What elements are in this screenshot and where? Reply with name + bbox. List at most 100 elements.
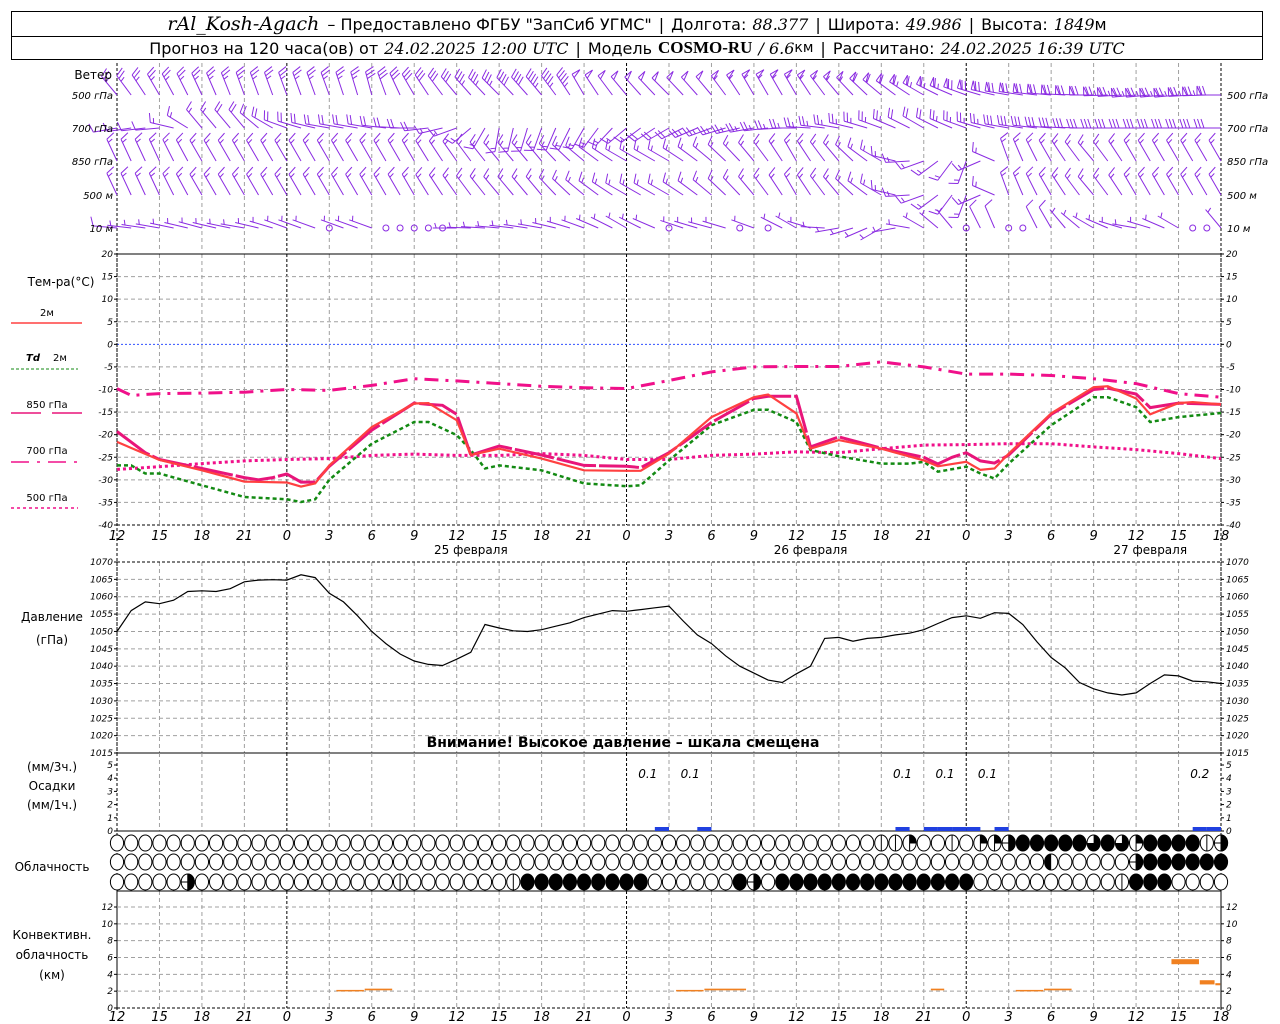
cloud-cover-symbol <box>817 834 832 852</box>
cloud-cover-symbol <box>350 873 365 891</box>
wind-barb <box>1125 87 1151 98</box>
cloud-circle-icon <box>746 853 762 871</box>
cloud-circle-icon <box>676 873 691 891</box>
legend-t2m-label: 2м <box>40 308 54 319</box>
temperature-tick-left: 20 <box>102 250 114 260</box>
wind-barb <box>849 71 868 96</box>
cloud-circle-icon <box>661 873 677 891</box>
x-tick-label: 15 <box>1170 529 1187 544</box>
convective-cloud-bar <box>1215 983 1221 986</box>
cloud-cover-symbol <box>1213 873 1229 891</box>
cloud-circle-icon <box>350 873 365 891</box>
wind-barb <box>220 66 231 96</box>
convective-cloud-bar <box>1015 989 1044 992</box>
cloud-circle-icon <box>690 873 705 891</box>
temperature-tick-right: -10 <box>1226 386 1241 396</box>
cloud-cover-symbol <box>435 834 450 852</box>
cloud-cover-symbol <box>208 873 224 891</box>
x-tick-label: 12 <box>109 529 126 544</box>
cloud-circle-icon <box>449 834 464 852</box>
cloud-circle-icon <box>831 834 846 852</box>
cloud-cover-symbol <box>322 873 337 891</box>
pressure-unit: (гПа) <box>36 633 68 647</box>
wind-barb <box>1000 132 1010 162</box>
legend-700-label: 700 гПа <box>26 446 67 457</box>
cloud-cover-symbol <box>619 873 634 891</box>
cloud-cover-symbol <box>576 834 592 852</box>
cloud-cover-symbol <box>874 853 889 871</box>
wind-barb <box>365 66 376 96</box>
precip-3h-sum-label: 0.1 <box>893 767 912 781</box>
precip-unit-3h: (мм/3ч.) <box>27 760 77 774</box>
pressure-tick-right: 1030 <box>1226 697 1249 707</box>
cloud-cover-symbol <box>718 834 733 852</box>
wind-barb <box>454 68 472 96</box>
precip-tick-left: 3 <box>107 787 113 797</box>
wind-barb <box>597 69 613 96</box>
wind-barb <box>1049 207 1066 229</box>
cloud-cover-symbol <box>676 834 691 852</box>
wind-barb <box>1025 132 1038 162</box>
cloud-cover-symbol <box>605 873 620 891</box>
cloud-cover-symbol <box>944 873 960 891</box>
cloud-circle-icon <box>506 834 521 852</box>
cloud-cover-symbol <box>860 853 875 871</box>
wind-barb <box>148 166 160 196</box>
cloud-circle-icon <box>166 873 181 891</box>
wind-barb <box>783 117 811 129</box>
wind-barb <box>387 132 401 162</box>
x-tick-label: 12 <box>109 1010 126 1024</box>
wind-barb <box>796 69 811 96</box>
cloud-cover-symbol <box>973 873 988 891</box>
cloud-circle-icon <box>208 834 224 852</box>
cloud-circle-icon <box>378 834 394 852</box>
wind-barb <box>738 168 755 196</box>
cloud-cover-symbol <box>718 853 733 871</box>
wind-barb <box>475 221 500 229</box>
cloud-overcast-icon <box>789 873 804 891</box>
wind-barb <box>278 66 288 96</box>
cloud-cover-symbol <box>987 853 1002 871</box>
precip-bar <box>994 827 1009 831</box>
temperature-tick-right: -15 <box>1226 408 1241 418</box>
wind-barb <box>755 69 769 96</box>
cloud-overcast-icon <box>1157 834 1172 852</box>
x-tick-label: 0 <box>962 529 970 544</box>
convective-cloud-bar <box>1199 980 1215 985</box>
cloud-cover-symbol <box>265 853 280 871</box>
wind-barb <box>870 145 896 162</box>
wind-barb <box>1208 132 1222 162</box>
cloud-overcast-icon <box>1143 834 1158 852</box>
cloud-cover-symbol <box>1029 873 1045 891</box>
wind-barb <box>320 66 331 96</box>
wind-barb <box>260 132 274 162</box>
wind-barb <box>231 132 245 162</box>
wind-barb <box>148 112 174 129</box>
wind-barb <box>389 66 401 96</box>
x-tick-label: 0 <box>283 529 291 544</box>
cloud-circle-icon <box>944 853 960 871</box>
wind-barb <box>972 141 995 162</box>
cloud-cover-symbol <box>350 834 365 852</box>
cloud-overcast-icon <box>1044 834 1059 852</box>
cloud-cover-symbol <box>1128 853 1144 871</box>
cloud-overcast-icon <box>562 873 578 891</box>
cloud-circle-icon <box>138 853 153 871</box>
cloud-circle-icon <box>265 873 280 891</box>
cloud-circle-icon <box>251 853 266 871</box>
x-tick-label: 0 <box>622 1010 630 1024</box>
wind-barb <box>800 221 825 229</box>
cloud-cover-symbol <box>959 873 974 891</box>
cloud-cover-symbol <box>817 873 832 891</box>
wind-barb <box>401 166 415 196</box>
cloud-cover-symbol <box>492 853 507 871</box>
cloud-cover-symbol <box>789 853 804 871</box>
cloud-cover-symbol <box>690 873 705 891</box>
x-tick-label: 18 <box>533 1010 550 1024</box>
precip-tick-right: 0 <box>1226 827 1232 837</box>
wind-barb <box>753 167 769 196</box>
cloud-circle-icon <box>1044 873 1059 891</box>
cloud-cover-symbol <box>888 873 903 891</box>
cloud-circle-icon <box>1114 853 1130 871</box>
cloud-cover-symbol <box>364 834 379 852</box>
